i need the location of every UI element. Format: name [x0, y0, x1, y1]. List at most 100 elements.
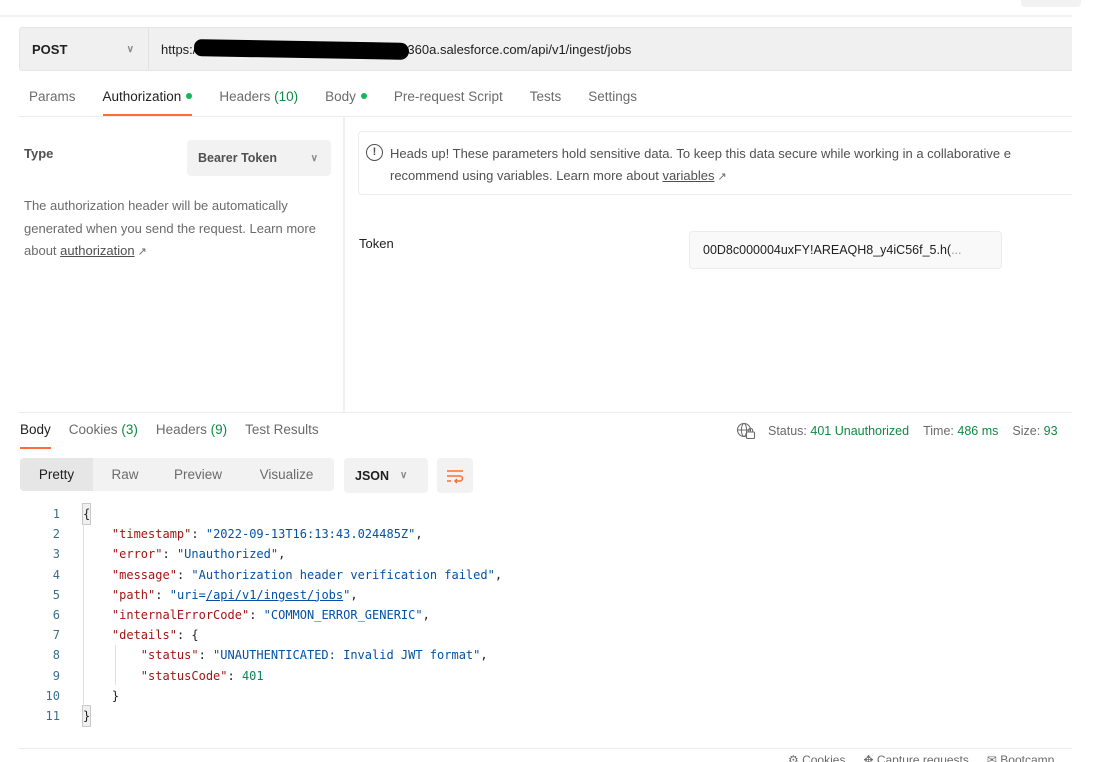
response-tab-test-results[interactable]: Test Results [245, 422, 319, 449]
code-line: 2 "timestamp": "2022-09-13T16:13:43.0244… [20, 524, 502, 544]
wrap-lines-button[interactable] [437, 458, 473, 493]
auth-type-panel: Type Bearer Token ∨ The authorization he… [19, 117, 345, 412]
status-dot-icon [360, 93, 367, 100]
json-path-prefix: uri= [176, 587, 206, 602]
brace: { [81, 502, 92, 526]
code-line: 7 "details": { [20, 625, 502, 645]
code-line: 1{ [20, 502, 502, 526]
external-link-icon: ↗ [137, 246, 147, 258]
url-prefix: https:/ [161, 41, 197, 57]
bootcamp-label: Bootcamp [1000, 753, 1055, 762]
token-input[interactable]: 00D8c000004uxFY!AREAQH8_y4iC56f_5.h(... [689, 231, 1002, 269]
authorization-link[interactable]: authorization [60, 243, 134, 258]
code-line: 9 "statusCode": 401 [20, 666, 502, 686]
status-info[interactable]: Status: 401 Unauthorized [768, 424, 909, 438]
view-pretty-button[interactable]: Pretty [20, 458, 93, 491]
method-select[interactable]: POST ∨ [20, 28, 149, 70]
size-info[interactable]: Size: 93 [1012, 424, 1057, 438]
status-value: 401 Unauthorized [810, 424, 910, 438]
cookies-link[interactable]: ⚙ Cookies [788, 753, 845, 762]
token-value: 00D8c000004uxFY!AREAQH8_y4iC56f_5.h( [703, 243, 952, 257]
redacted-mark [194, 38, 410, 60]
code-line: 8 "status": "UNAUTHENTICATED: Invalid JW… [20, 645, 502, 665]
url-suffix: 360a.salesforce.com/api/v1/ingest/jobs [407, 41, 632, 57]
tab-count: (10) [274, 89, 299, 104]
tab-label: Test Results [245, 422, 319, 437]
tab-label: Params [29, 89, 76, 104]
url-bar: POST ∨ https:/ 360a.salesforce.com/api/v… [19, 27, 1072, 71]
line-number: 1 [52, 507, 60, 521]
size-label: Size: [1012, 424, 1041, 438]
globe-lock-icon[interactable] [736, 422, 756, 440]
variables-link[interactable]: variables [662, 168, 714, 183]
tab-label: Authorization [102, 89, 182, 104]
json-message: Authorization header verification failed [198, 567, 488, 582]
response-tab-body[interactable]: Body [20, 422, 51, 449]
format-select[interactable]: JSON ∨ [344, 458, 428, 493]
time-info[interactable]: Time: 486 ms [923, 424, 998, 438]
tab-label: Body [20, 422, 51, 437]
code-line: 4 "message": "Authorization header verif… [20, 565, 502, 585]
tab-params[interactable]: Params [29, 86, 76, 116]
tab-body[interactable]: Body [325, 86, 367, 116]
warning-line-1: Heads up! These parameters hold sensitiv… [390, 146, 1011, 161]
response-tab-headers[interactable]: Headers (9) [156, 422, 227, 449]
line-number: 5 [52, 587, 60, 602]
capture-label: Capture requests [876, 753, 969, 762]
indent-guide [115, 645, 116, 685]
top-strip [0, 0, 1081, 17]
tab-pre-request-script[interactable]: Pre-request Script [394, 86, 503, 116]
sensitive-data-warning: ! Heads up! These parameters hold sensit… [358, 131, 1072, 195]
tab-label: Settings [588, 89, 638, 104]
chevron-down-icon: ∨ [126, 43, 134, 55]
tab-label: Headers [155, 422, 207, 437]
auth-type-select[interactable]: Bearer Token ∨ [187, 140, 331, 176]
info-alert-icon: ! [366, 144, 383, 161]
line-number: 6 [52, 607, 60, 622]
request-tabs: Params Authorization Headers (10) Body Pre-r… [29, 86, 664, 116]
code-line: 11} [20, 704, 502, 728]
view-preview-button[interactable]: Preview [157, 458, 239, 491]
status-label: Status: [768, 424, 807, 438]
code-line: 6 "internalErrorCode": "COMMON_ERROR_GEN… [20, 605, 502, 625]
json-internal-error-code: COMMON_ERROR_GENERIC [270, 607, 416, 622]
top-corner-button[interactable] [1021, 0, 1081, 7]
tab-tests[interactable]: Tests [530, 86, 562, 116]
time-label: Time: [923, 424, 954, 438]
divider [19, 412, 1072, 413]
token-label: Token [359, 236, 394, 251]
method-label: POST [32, 41, 68, 57]
type-label: Type [24, 146, 54, 161]
response-body-code[interactable]: 1{ 2 "timestamp": "2022-09-13T16:13:43.0… [20, 502, 502, 728]
tab-count: (3) [121, 422, 138, 437]
tab-label: Cookies [68, 422, 118, 437]
view-raw-button[interactable]: Raw [93, 458, 157, 491]
line-number: 11 [45, 708, 60, 723]
chevron-down-icon: ∨ [400, 470, 408, 481]
json-timestamp: 2022-09-13T16:13:43.024485Z [213, 527, 409, 542]
code-line: 5 "path": "uri=/api/v1/ingest/jobs", [20, 585, 502, 605]
tab-label: Body [325, 89, 356, 104]
chevron-down-icon: ∨ [310, 152, 318, 164]
bootcamp-link[interactable]: ✉ Bootcamp [987, 753, 1054, 762]
tab-label: Pre-request Script [393, 89, 503, 104]
view-visualize-button[interactable]: Visualize [239, 458, 334, 491]
warning-text: Heads up! These parameters hold sensitiv… [390, 143, 1080, 188]
json-path-link[interactable]: /api/v1/ingest/jobs [206, 588, 343, 602]
auth-type-value: Bearer Token [198, 151, 277, 165]
line-number: 4 [52, 567, 60, 582]
capture-requests-link[interactable]: ✥ Capture requests [863, 753, 968, 762]
tab-authorization[interactable]: Authorization [102, 86, 193, 116]
url-input[interactable]: https:/ 360a.salesforce.com/api/v1/inges… [149, 38, 632, 60]
response-meta: Status: 401 Unauthorized Time: 486 ms Si… [736, 422, 1072, 440]
token-ellipsis: ... [951, 243, 962, 257]
code-line: 10 } [20, 686, 502, 706]
tab-settings[interactable]: Settings [588, 86, 637, 116]
wrap-lines-icon [447, 469, 464, 484]
tab-headers[interactable]: Headers (10) [219, 86, 298, 116]
response-tabs: Body Cookies (3) Headers (9) Test Results [20, 422, 337, 449]
json-error: Unauthorized [184, 547, 271, 562]
response-tab-cookies[interactable]: Cookies (3) [69, 422, 138, 449]
line-number: 10 [45, 688, 60, 703]
size-value: 93 [1043, 424, 1058, 438]
